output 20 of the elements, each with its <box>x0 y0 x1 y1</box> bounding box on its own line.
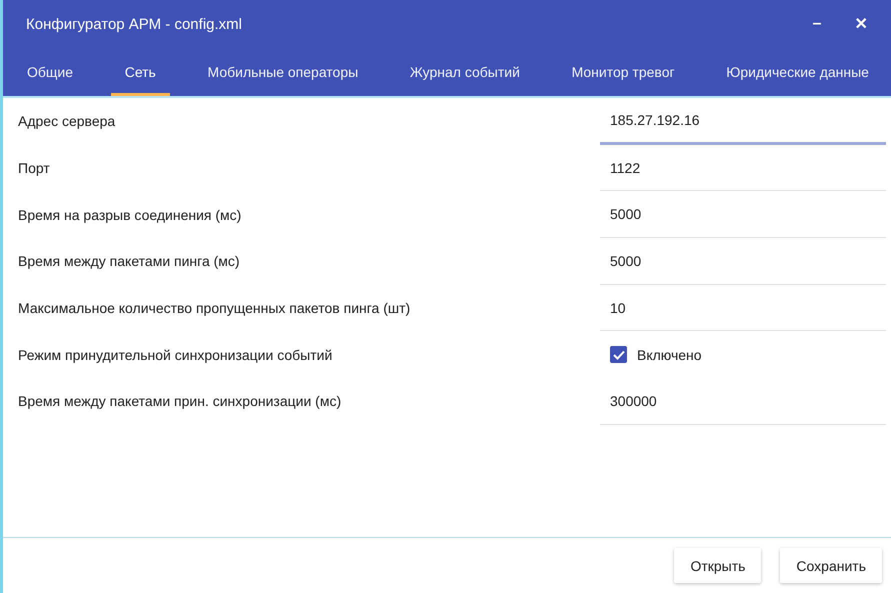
setting-label: Время между пакетами пинга (мс) <box>18 252 241 272</box>
tab[interactable]: Сеть <box>110 48 170 96</box>
checkbox-label[interactable]: Включено <box>637 346 702 363</box>
tab[interactable]: Мобильные операторы <box>194 48 372 96</box>
setting-label: Максимальное количество пропущенных пакетов пинга (шт) <box>18 299 412 318</box>
close-button[interactable]: ✕ <box>845 14 877 34</box>
checkbox[interactable] <box>610 346 627 364</box>
tab[interactable]: Общие <box>13 48 88 96</box>
setting-label: Время на разрыв соединения (мс) <box>18 206 242 225</box>
tab[interactable]: Монитор тревог <box>558 48 689 96</box>
save-button[interactable]: Сохранить <box>780 548 882 583</box>
setting-label: Адрес сервера <box>18 112 116 132</box>
window-title: Конфигуратор АРМ - config.xml <box>26 16 243 32</box>
tab[interactable]: Журнал событий <box>396 48 534 96</box>
tab[interactable]: Юридические данные <box>712 48 883 96</box>
setting-label: Режим принудительной синхронизации событий <box>18 346 334 365</box>
setting-label: Порт <box>18 159 51 178</box>
open-button[interactable]: Открыть <box>674 548 762 583</box>
setting-label: Время между пакетами прин. синхронизации (мс) <box>18 392 342 412</box>
minimize-button[interactable]: – <box>801 15 833 33</box>
